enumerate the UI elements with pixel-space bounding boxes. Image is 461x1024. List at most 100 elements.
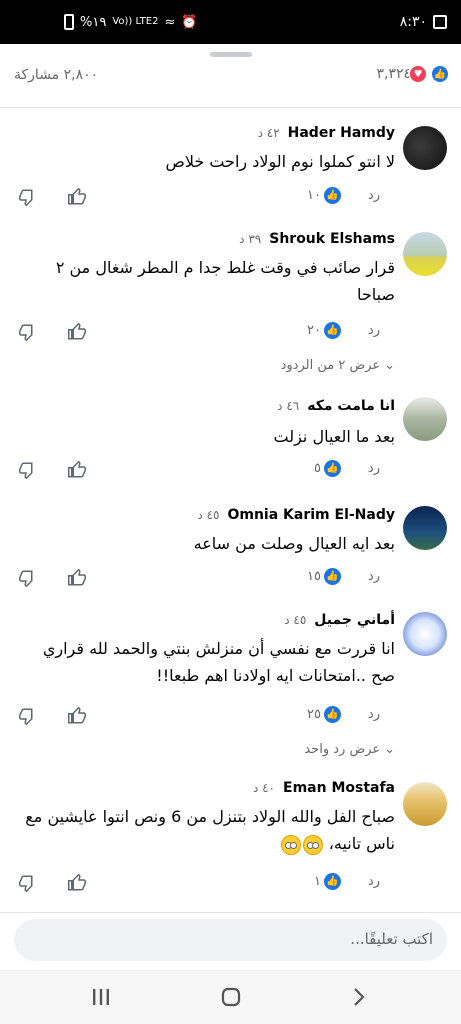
- comment-text: لا انتو كملوا نوم الولاد راحت خلاص: [165, 152, 395, 171]
- comment-text: بعد ما العيال نزلت: [273, 427, 395, 446]
- thumbs-up-icon[interactable]: [66, 321, 88, 343]
- avatar[interactable]: [403, 782, 447, 826]
- comment-text: قرار صائب في وقت غلط جدا م المطر شغال من…: [55, 258, 395, 304]
- comment-author[interactable]: Shrouk Elshams: [269, 231, 395, 247]
- reaction-count: ٣,٣٢٤: [376, 66, 411, 82]
- like-reaction-icon: 👍: [324, 568, 341, 585]
- avatar[interactable]: [403, 126, 447, 170]
- comment-author[interactable]: أماني جميل: [314, 612, 395, 628]
- like-reaction-icon: 👍: [324, 187, 341, 204]
- like-count-value: ١: [314, 874, 321, 889]
- thumbs-up-icon[interactable]: [66, 872, 88, 894]
- view-replies-link[interactable]: ⌄ عرض رد واحد: [304, 742, 395, 757]
- reply-button[interactable]: رد: [368, 461, 380, 476]
- reply-button[interactable]: رد: [368, 188, 380, 203]
- comment-text-content: صباح الفل والله الولاد بتنزل من 6 ونص ان…: [25, 807, 395, 853]
- comment-text: انا قررت مع نفسي أن منزلش بنتي والحمد لل…: [42, 639, 395, 685]
- avatar[interactable]: [403, 612, 447, 656]
- thumbs-up-icon[interactable]: [66, 705, 88, 727]
- status-icons-right: ٨:٣٠: [400, 14, 447, 30]
- comment-actions: رد ٢٥ 👍: [0, 705, 461, 729]
- view-replies-label: عرض رد واحد: [304, 742, 381, 757]
- thumbs-down-icon[interactable]: [17, 321, 39, 343]
- comment-time: ٤٦ د: [277, 399, 300, 413]
- comment-text: بعد ايه العيال وصلت من ساعه: [193, 534, 395, 553]
- like-count[interactable]: ١ 👍: [314, 873, 341, 890]
- like-count-value: ٥: [314, 461, 321, 476]
- back-button[interactable]: [346, 984, 372, 1010]
- gallery-icon: [433, 15, 447, 29]
- clock: ٨:٣٠: [399, 14, 427, 30]
- thumbs-down-icon[interactable]: [17, 872, 39, 894]
- network-indicator: Vo)) LTE2: [112, 16, 159, 27]
- thumbs-down-icon[interactable]: [17, 459, 39, 481]
- system-nav-bar: [0, 970, 461, 1024]
- like-count-value: ٢٠: [307, 323, 321, 338]
- thumbs-up-icon[interactable]: [66, 459, 88, 481]
- like-count[interactable]: ٢٥ 👍: [307, 706, 341, 723]
- avatar[interactable]: [403, 232, 447, 276]
- comment-meta: ٤٠ د Eman Mostafa: [253, 780, 395, 796]
- avatar[interactable]: [403, 506, 447, 550]
- thumbs-down-icon[interactable]: [17, 567, 39, 589]
- home-button[interactable]: [218, 984, 244, 1010]
- comment-actions: رد ٢٠ 👍: [0, 321, 461, 345]
- reply-button[interactable]: رد: [368, 569, 380, 584]
- comment-actions: رد ٥ 👍: [0, 459, 461, 483]
- comment-time: ٤٥ د: [197, 508, 220, 522]
- rolling-eyes-emoji: [280, 834, 301, 855]
- status-bar: %١٩ Vo)) LTE2 ≈ ⏰ ٨:٣٠: [0, 0, 461, 44]
- comment-author[interactable]: Omnia Karim El-Nady: [227, 507, 395, 523]
- comment-meta: ٤٥ د Omnia Karim El-Nady: [197, 507, 395, 523]
- rolling-eyes-emoji: [302, 834, 323, 855]
- recents-button[interactable]: [88, 984, 114, 1010]
- comment-author[interactable]: Hader Hamdy: [288, 125, 395, 141]
- comment-meta: ٤٦ د انا مامت مكه: [277, 398, 395, 414]
- comment-text: صباح الفل والله الولاد بتنزل من 6 ونص ان…: [15, 803, 395, 857]
- sheet-drag-handle[interactable]: [210, 52, 252, 57]
- comment-meta: ٤٥ د أماني جميل: [284, 612, 395, 628]
- thumbs-down-icon[interactable]: [17, 186, 39, 208]
- comment-actions: رد ١٥ 👍: [0, 567, 461, 591]
- comment-meta: ٣٩ د Shrouk Elshams: [239, 231, 395, 247]
- comment-meta: ٤٢ د Hader Hamdy: [258, 125, 395, 141]
- reply-button[interactable]: رد: [368, 874, 380, 889]
- like-count[interactable]: ١٠ 👍: [307, 187, 341, 204]
- like-reaction-icon: 👍: [324, 706, 341, 723]
- like-reaction-icon: 👍: [324, 873, 341, 890]
- reaction-summary[interactable]: ٣,٣٢٤ ♥ 👍: [376, 65, 449, 83]
- love-reaction-icon: ♥: [409, 65, 427, 83]
- thumbs-down-icon[interactable]: [17, 705, 39, 727]
- view-replies-link[interactable]: ⌄ عرض ٢ من الردود: [281, 358, 395, 373]
- reply-button[interactable]: رد: [368, 707, 380, 722]
- reactions-summary-bar: ٢,٨٠٠ مشاركة ٣,٣٢٤ ♥ 👍: [0, 62, 461, 96]
- thumbs-up-icon[interactable]: [66, 186, 88, 208]
- avatar[interactable]: [403, 397, 447, 441]
- comment-author[interactable]: Eman Mostafa: [283, 780, 395, 796]
- alarm-icon: ⏰: [181, 14, 198, 30]
- like-count-value: ١٠: [307, 188, 321, 203]
- like-count-value: ٢٥: [307, 707, 321, 722]
- comment-actions: رد ١ 👍: [0, 872, 461, 896]
- chevron-down-icon: ⌄: [384, 742, 395, 757]
- battery-level: %١٩: [80, 14, 107, 30]
- comment-actions: رد ١٠ 👍: [0, 186, 461, 210]
- wifi-icon: ≈: [164, 14, 176, 30]
- like-count-value: ١٥: [307, 569, 321, 584]
- comment-input-placeholder: اكتب تعليقًا...: [350, 930, 433, 948]
- like-count[interactable]: ٥ 👍: [314, 460, 341, 477]
- like-reaction-icon: 👍: [324, 460, 341, 477]
- divider: [0, 912, 461, 913]
- reply-button[interactable]: رد: [368, 323, 380, 338]
- comment-time: ٤٢ د: [257, 126, 280, 140]
- thumbs-up-icon[interactable]: [66, 567, 88, 589]
- like-count[interactable]: ٢٠ 👍: [307, 322, 341, 339]
- battery-icon: [64, 14, 74, 30]
- share-count[interactable]: ٢,٨٠٠ مشاركة: [14, 67, 98, 83]
- comment-author[interactable]: انا مامت مكه: [307, 398, 395, 414]
- comment-input[interactable]: اكتب تعليقًا...: [14, 919, 447, 961]
- like-reaction-icon: 👍: [324, 322, 341, 339]
- like-reaction-icon: 👍: [431, 65, 449, 83]
- like-count[interactable]: ١٥ 👍: [307, 568, 341, 585]
- view-replies-label: عرض ٢ من الردود: [280, 358, 381, 373]
